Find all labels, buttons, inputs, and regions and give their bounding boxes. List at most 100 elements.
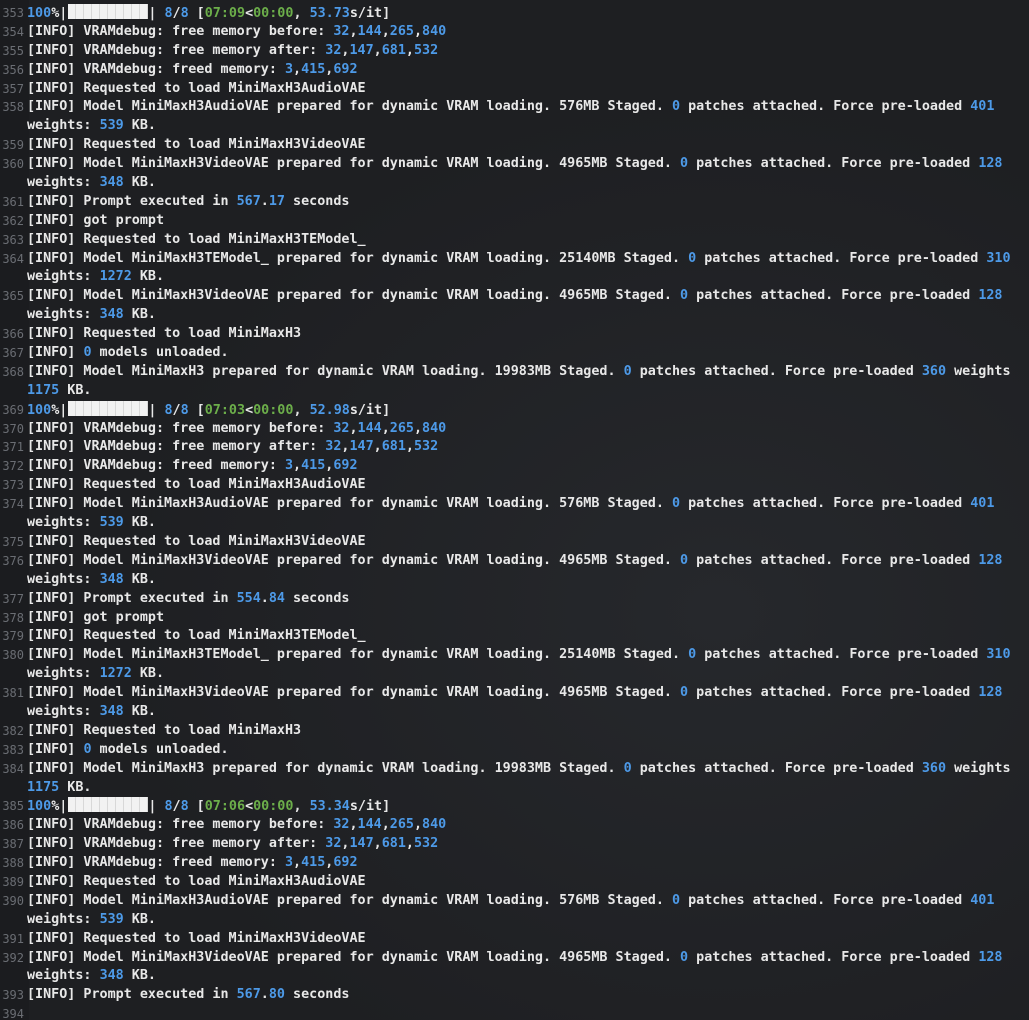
line-number: 376 — [2, 553, 24, 568]
text-token: seconds — [284, 590, 350, 606]
number-token: 0 — [671, 99, 681, 115]
text-token: [INFO] Model MiniMaxH3VideoVAE prepared … — [27, 949, 681, 965]
log-text: [INFO] Requested to load MiniMaxH3TEMode… — [27, 231, 1029, 250]
log-text: weights: 348 KB. — [27, 174, 1029, 193]
number-token: 0 — [680, 685, 689, 701]
log-text: [INFO] Model MiniMaxH3TEModel_ prepared … — [27, 646, 1029, 665]
text-token: [INFO] VRAMdebug: free memory before: — [27, 817, 334, 833]
line-number: 370 — [2, 421, 24, 436]
log-line: 367 [INFO] 0 models unloaded. — [0, 344, 1029, 363]
text-token: [INFO] Requested to load MiniMaxH3 — [27, 722, 302, 738]
number-token: 348 — [99, 703, 124, 719]
number-token: 539 — [99, 911, 124, 927]
number-token: 0 — [623, 760, 632, 776]
text-token: , — [293, 799, 310, 815]
line-number: 358 — [2, 100, 24, 115]
number-token: 360 — [921, 760, 947, 776]
number-token: 32 — [325, 439, 342, 455]
text-token: patches attached. Force pre-loaded — [688, 552, 979, 568]
text-token: [INFO] VRAMdebug: free memory after: — [27, 836, 326, 852]
text-token: [INFO] VRAMdebug: freed memory: — [27, 61, 285, 77]
text-token: , — [405, 42, 414, 58]
text-token: [INFO] Requested to load MiniMaxH3VideoV… — [27, 533, 366, 549]
log-text: [INFO] VRAMdebug: freed memory: 3,415,69… — [27, 61, 1029, 80]
log-line: 1175 KB. — [0, 779, 1029, 798]
log-line: weights: 539 KB. — [0, 911, 1029, 930]
log-line: 387 [INFO] VRAMdebug: free memory after: … — [0, 835, 1029, 854]
log-line: 374 [INFO] Model MiniMaxH3AudioVAE prepar… — [0, 495, 1029, 514]
line-number: 363 — [2, 232, 24, 247]
log-text: [INFO] VRAMdebug: freed memory: 3,415,69… — [27, 457, 1029, 476]
text-token: patches attached. Force pre-loaded — [696, 647, 987, 663]
text-token: , — [293, 6, 310, 21]
number-token: 310 — [986, 647, 1011, 663]
log-text: [INFO] Model MiniMaxH3VideoVAE prepared … — [27, 287, 1029, 306]
number-token: 401 — [970, 496, 995, 512]
number-token: 80 — [268, 987, 285, 1003]
line-number: 368 — [2, 364, 24, 379]
number-token: 8 — [180, 799, 189, 815]
number-token: 681 — [381, 439, 406, 455]
text-token: KB. — [123, 118, 156, 134]
line-number: 378 — [2, 610, 24, 625]
text-token: KB. — [123, 968, 156, 984]
log-line: 390 [INFO] Model MiniMaxH3AudioVAE prepar… — [0, 892, 1029, 911]
text-token: KB. — [123, 703, 156, 719]
line-number: 369 — [2, 402, 24, 417]
log-line: 388 [INFO] VRAMdebug: freed memory: 3,415… — [0, 854, 1029, 873]
log-line: 379 [INFO] Requested to load MiniMaxH3TEM… — [0, 627, 1029, 646]
log-text: [INFO] Model MiniMaxH3VideoVAE prepared … — [27, 552, 1029, 571]
number-token: 100 — [27, 6, 52, 21]
log-line: 354 [INFO] VRAMdebug: free memory before:… — [0, 23, 1029, 42]
number-token: 144 — [357, 23, 382, 39]
log-text: [INFO] VRAMdebug: free memory before: 32… — [27, 420, 1029, 439]
text-token: / — [172, 6, 181, 21]
number-token: 8 — [164, 402, 173, 418]
line-number — [0, 382, 27, 401]
text-token: [ — [188, 6, 205, 21]
log-line: 373 [INFO] Requested to load MiniMaxH3Aud… — [0, 476, 1029, 495]
text-token: weights: — [27, 968, 100, 984]
line-number: 381 — [2, 686, 24, 701]
log-text: [INFO] 0 models unloaded. — [27, 741, 1029, 760]
number-token: 144 — [357, 817, 382, 833]
number-token: 147 — [349, 836, 374, 852]
number-token: 265 — [389, 23, 414, 39]
log-text: [INFO] Requested to load MiniMaxH3VideoV… — [27, 533, 1029, 552]
line-number: 382 — [2, 723, 24, 738]
log-line: 370 [INFO] VRAMdebug: free memory before:… — [0, 420, 1029, 439]
log-text: weights: 1272 KB. — [27, 665, 1029, 684]
log-line: 375 [INFO] Requested to load MiniMaxH3Vid… — [0, 533, 1029, 552]
text-token: [INFO] Requested to load MiniMaxH3AudioV… — [27, 477, 366, 493]
text-token: [INFO] Prompt executed in — [27, 590, 237, 606]
text-token: , — [373, 439, 382, 455]
text-token: , — [381, 23, 390, 39]
log-line: weights: 539 KB. — [0, 117, 1029, 136]
log-text: weights: 1272 KB. — [27, 268, 1029, 287]
number-token: 128 — [978, 156, 1003, 172]
number-token: 147 — [349, 42, 374, 58]
number-token: 1175 — [27, 779, 60, 795]
text-token: KB. — [123, 571, 156, 587]
log-text: [INFO] Model MiniMaxH3AudioVAE prepared … — [27, 892, 1029, 911]
text-token: [INFO] VRAMdebug: free memory after: — [27, 439, 326, 455]
text-token: patches attached. Force pre-loaded — [688, 949, 979, 965]
log-text: [INFO] Model MiniMaxH3VideoVAE prepared … — [27, 949, 1029, 968]
number-token: 17 — [268, 193, 285, 209]
text-token: / — [172, 402, 181, 418]
number-token: 52.98 — [309, 402, 350, 418]
text-token: [ — [188, 402, 205, 418]
text-token: weights: — [27, 269, 100, 285]
number-token: 0 — [680, 552, 689, 568]
log-line: 381 [INFO] Model MiniMaxH3VideoVAE prepar… — [0, 684, 1029, 703]
text-token: seconds — [284, 987, 350, 1003]
number-token: 8 — [164, 799, 173, 815]
text-token: patches attached. Force pre-loaded — [680, 99, 971, 115]
text-token: . — [260, 193, 269, 209]
log-line: 371 [INFO] VRAMdebug: free memory after: … — [0, 438, 1029, 457]
line-number: 361 — [2, 194, 24, 209]
log-text: [INFO] Requested to load MiniMaxH3 — [27, 722, 1029, 741]
number-token: 100 — [27, 799, 52, 815]
number-token: 0 — [671, 892, 681, 908]
log-viewer[interactable]: 353 100%| | 8/8 [07:09<00:00, 53.73s/it] 35… — [0, 0, 1029, 1020]
